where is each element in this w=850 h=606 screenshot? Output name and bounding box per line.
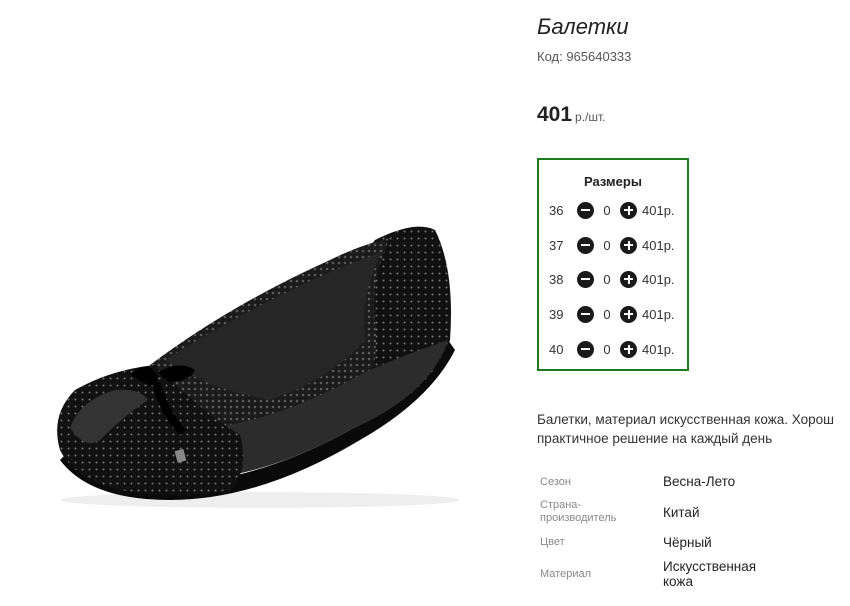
size-price: 401р. xyxy=(642,271,675,287)
sizes-panel: Размеры 36 0 401р. 37 0 401р. 38 0 401р.… xyxy=(537,158,689,371)
size-price: 401р. xyxy=(642,306,675,322)
size-row: 40 0 401р. xyxy=(549,339,675,359)
price-value: 401 xyxy=(537,103,573,126)
attribute-value: Чёрный xyxy=(663,535,712,550)
minus-circle-icon[interactable] xyxy=(577,340,594,358)
quantity-value: 0 xyxy=(603,237,611,253)
attribute-label: Сезон xyxy=(540,476,571,488)
description-line: практичное решение на каждый день xyxy=(537,431,773,446)
size-label: 40 xyxy=(549,341,564,357)
price-unit: р./шт. xyxy=(575,110,606,124)
product-image xyxy=(57,226,460,508)
plus-circle-icon[interactable] xyxy=(620,340,637,358)
quantity-value: 0 xyxy=(603,341,611,357)
product-code: Код: 965640333 xyxy=(537,49,632,64)
quantity-value: 0 xyxy=(603,202,611,218)
plus-circle-icon[interactable] xyxy=(620,305,637,323)
size-price: 401р. xyxy=(642,202,675,218)
size-row: 38 0 401р. xyxy=(549,269,675,289)
attribute-label: Страна- производитель xyxy=(540,499,617,524)
minus-circle-icon[interactable] xyxy=(577,236,594,254)
attribute-value: Китай xyxy=(663,505,700,520)
minus-circle-icon[interactable] xyxy=(577,201,594,219)
plus-circle-icon[interactable] xyxy=(620,270,637,288)
attribute-value: Весна-Лето xyxy=(663,474,736,489)
plus-circle-icon[interactable] xyxy=(620,236,637,254)
quantity-value: 0 xyxy=(603,271,611,287)
size-label: 38 xyxy=(549,271,564,287)
attribute-label: Материал xyxy=(540,568,591,580)
size-price: 401р. xyxy=(642,341,675,357)
size-label: 36 xyxy=(549,202,564,218)
quantity-value: 0 xyxy=(603,306,611,322)
minus-circle-icon[interactable] xyxy=(577,270,594,288)
attribute-label: Цвет xyxy=(540,536,565,548)
size-price: 401р. xyxy=(642,237,675,253)
product-description: Балетки, материал искусственная кожа. Хо… xyxy=(537,410,850,448)
plus-circle-icon[interactable] xyxy=(620,201,637,219)
product-price: 401 р./шт. xyxy=(537,103,606,127)
attribute-value: Искусственная кожа xyxy=(663,559,757,589)
description-line: Балетки, материал искусственная кожа. Хо… xyxy=(537,412,834,427)
size-label: 37 xyxy=(549,237,564,253)
size-row: 37 0 401р. xyxy=(549,235,675,255)
sizes-title: Размеры xyxy=(584,174,642,189)
size-row: 39 0 401р. xyxy=(549,304,675,324)
size-label: 39 xyxy=(549,306,564,322)
size-row: 36 0 401р. xyxy=(549,200,675,220)
product-title: Балетки xyxy=(537,14,629,39)
minus-circle-icon[interactable] xyxy=(577,305,594,323)
